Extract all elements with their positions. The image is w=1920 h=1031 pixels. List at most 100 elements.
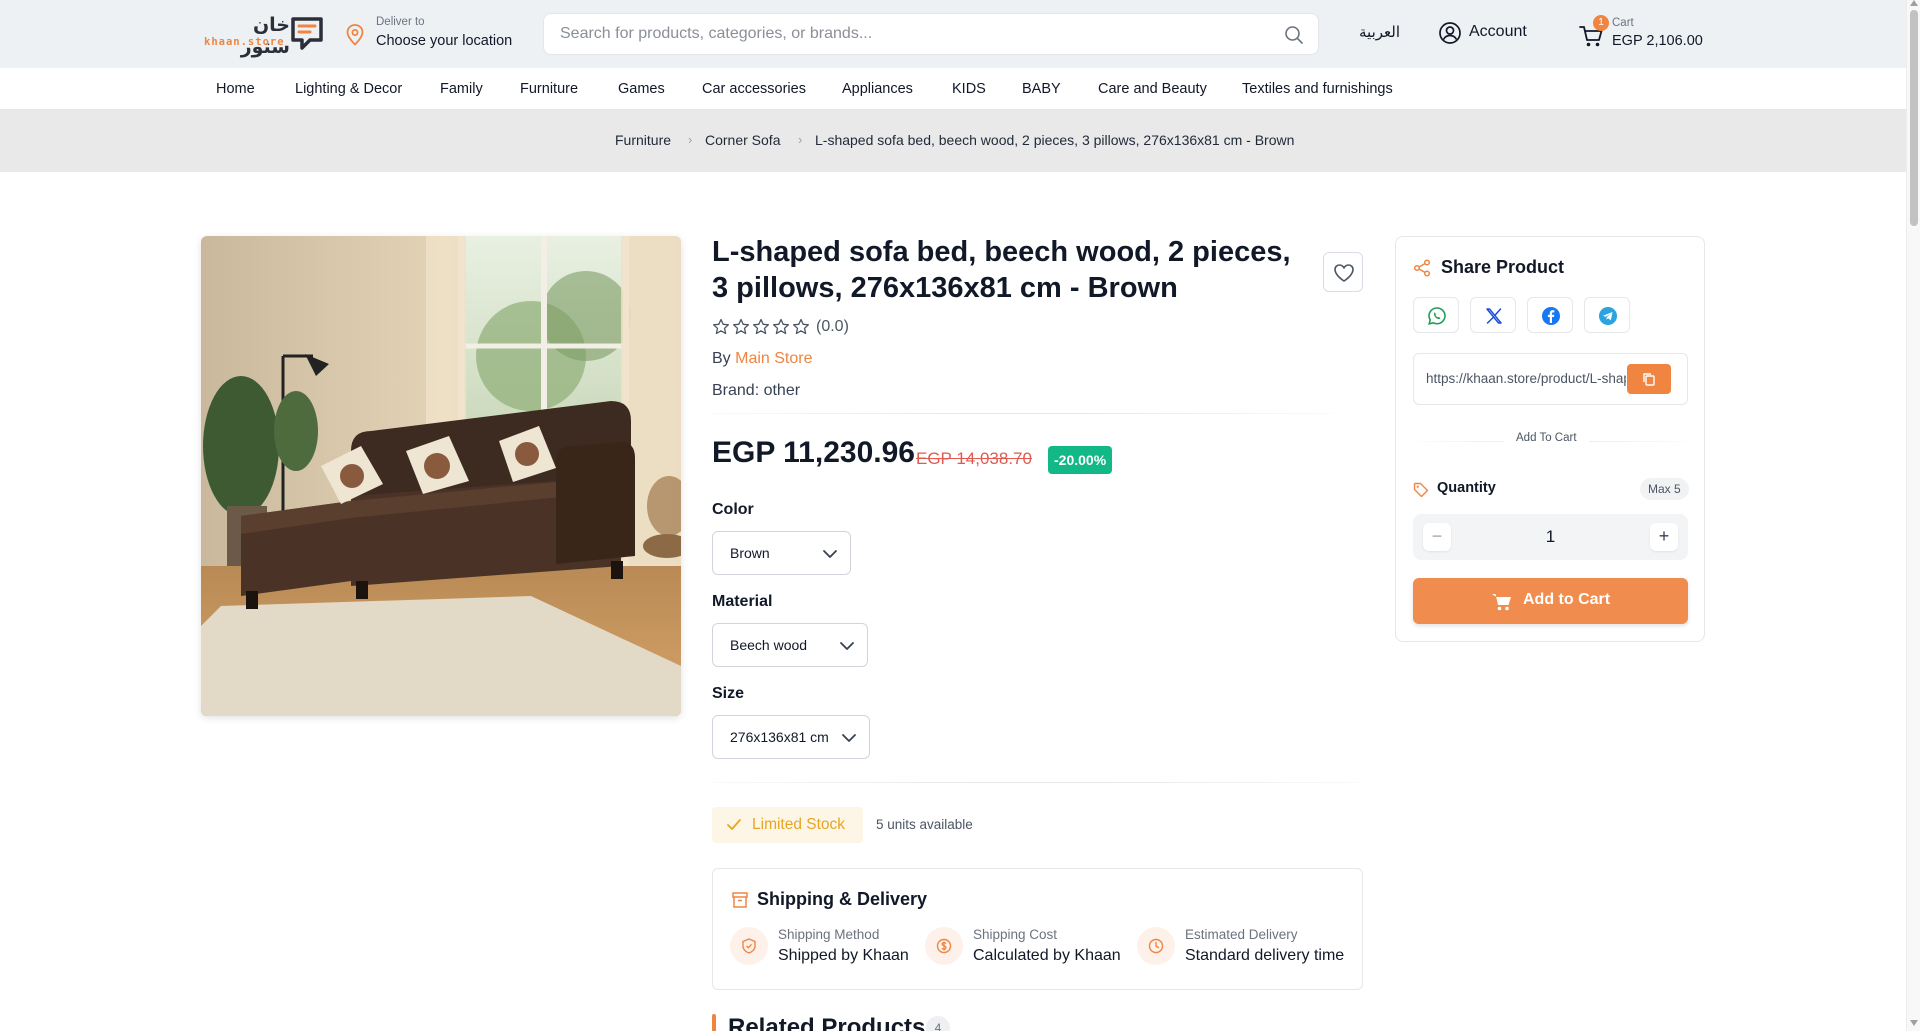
search-input[interactable] xyxy=(560,14,1260,54)
cart-label: Cart xyxy=(1612,17,1634,29)
search-bar xyxy=(543,13,1319,55)
nav-item-furniture[interactable]: Furniture xyxy=(520,81,578,97)
increase-quantity-button[interactable]: + xyxy=(1650,523,1678,551)
cart-count-badge: 1 xyxy=(1593,15,1609,31)
deliver-location-text: Choose your location xyxy=(376,33,513,49)
product-title: L-shaped sofa bed, beech wood, 2 pieces,… xyxy=(712,236,1291,304)
nav-item-car-accessories[interactable]: Car accessories xyxy=(702,81,806,97)
clock-icon xyxy=(1137,927,1175,965)
scroll-down-arrow-icon[interactable] xyxy=(1910,1020,1918,1026)
material-label: Material xyxy=(712,593,773,610)
check-icon xyxy=(727,819,741,830)
shipping-cost-label: Shipping Cost xyxy=(973,927,1058,942)
nav-item-textiles[interactable]: Textiles and furnishings xyxy=(1242,81,1393,97)
quantity-max-badge: Max 5 xyxy=(1640,478,1689,500)
quantity-value[interactable]: 1 xyxy=(1413,527,1688,547)
shipping-cost-value: Calculated by Khaan xyxy=(973,947,1121,964)
sold-by: By Main Store xyxy=(712,350,813,368)
star-outline-icon xyxy=(752,318,770,335)
quantity-stepper: − 1 + xyxy=(1413,514,1688,560)
share-link-box: https://khaan.store/product/L-shaped-sof… xyxy=(1413,353,1688,405)
shipping-method-label: Shipping Method xyxy=(778,927,880,942)
related-products-title: Related Products xyxy=(728,1014,926,1031)
share-cart-panel: Share Product https://khaan.store/produc… xyxy=(1395,236,1705,642)
chevron-down-icon xyxy=(840,642,854,650)
logo-mark-icon xyxy=(291,17,323,50)
nav-item-lighting-decor[interactable]: Lighting & Decor xyxy=(295,81,402,97)
sofa-photo xyxy=(201,236,681,716)
search-icon[interactable] xyxy=(1284,25,1304,45)
share-url[interactable]: https://khaan.store/product/L-shaped-sof… xyxy=(1426,371,1626,386)
breadcrumb-current: L-shaped sofa bed, beech wood, 2 pieces,… xyxy=(815,132,1295,148)
nav-item-kids[interactable]: KIDS xyxy=(952,81,986,97)
product-brand: Brand: other xyxy=(712,382,801,399)
site-header: خان ستور khaan.store Deliver to Choose y… xyxy=(0,0,1906,68)
stock-status-text: Limited Stock xyxy=(752,816,846,833)
breadcrumb: Furniture › Corner Sofa › L-shaped sofa … xyxy=(0,110,1906,172)
shipping-delivery-card: Shipping & Delivery Shipping Method Ship… xyxy=(712,868,1363,990)
facebook-icon xyxy=(1542,307,1560,325)
logo-text: khaan.store xyxy=(204,36,285,48)
site-logo[interactable]: خان ستور khaan.store xyxy=(204,14,323,58)
heart-icon xyxy=(1334,264,1354,282)
share-facebook-button[interactable] xyxy=(1527,297,1573,333)
nav-item-home[interactable]: Home xyxy=(216,81,255,97)
product-image[interactable] xyxy=(201,236,681,716)
size-select-value: 276x136x81 cm xyxy=(730,729,829,745)
user-circle-icon xyxy=(1439,22,1461,44)
related-products-count: 4 xyxy=(926,1016,950,1031)
add-to-cart-button[interactable]: Add to Cart xyxy=(1413,578,1688,624)
add-to-cart-section-label: Add To Cart xyxy=(1504,432,1589,444)
scroll-up-arrow-icon[interactable] xyxy=(1910,0,1918,6)
estimated-delivery-label: Estimated Delivery xyxy=(1185,927,1298,942)
add-to-cart-label: Add to Cart xyxy=(1523,591,1611,608)
color-select[interactable]: Brown xyxy=(712,531,851,575)
stock-status-badge: Limited Stock xyxy=(712,807,863,843)
shipping-title: Shipping & Delivery xyxy=(757,889,928,909)
nav-item-care-beauty[interactable]: Care and Beauty xyxy=(1098,81,1207,97)
category-nav: Home Lighting & Decor Family Furniture G… xyxy=(0,68,1906,110)
material-select[interactable]: Beech wood xyxy=(712,623,868,667)
star-outline-icon xyxy=(792,318,810,335)
location-pin-icon xyxy=(346,24,364,46)
wishlist-button[interactable] xyxy=(1323,252,1363,292)
units-available: 5 units available xyxy=(876,817,973,832)
nav-item-appliances[interactable]: Appliances xyxy=(842,81,913,97)
whatsapp-icon xyxy=(1428,307,1446,325)
share-telegram-button[interactable] xyxy=(1584,297,1630,333)
account-button[interactable]: Account xyxy=(1438,21,1527,50)
divider xyxy=(712,782,1362,783)
language-switch[interactable]: العربية xyxy=(1359,23,1400,41)
deliver-to-label: Deliver to xyxy=(376,16,425,28)
color-select-value: Brown xyxy=(730,545,770,561)
product-old-price: EGP 14,038.70 xyxy=(916,449,1032,468)
nav-item-baby[interactable]: BABY xyxy=(1022,81,1061,97)
store-link[interactable]: Main Store xyxy=(735,350,812,367)
nav-item-games[interactable]: Games xyxy=(618,81,665,97)
accent-bar xyxy=(712,1014,716,1031)
account-label: Account xyxy=(1469,23,1527,40)
share-icon xyxy=(1413,259,1431,277)
page-scrollbar[interactable] xyxy=(1906,0,1920,1031)
chevron-down-icon xyxy=(842,734,856,742)
material-select-value: Beech wood xyxy=(730,637,808,653)
chevron-right-icon: › xyxy=(688,132,693,147)
size-label: Size xyxy=(712,685,745,702)
product-price: EGP 11,230.96 xyxy=(712,436,915,469)
share-x-button[interactable] xyxy=(1470,297,1516,333)
scrollbar-thumb[interactable] xyxy=(1910,10,1918,226)
shield-check-icon xyxy=(730,927,768,965)
size-select[interactable]: 276x136x81 cm xyxy=(712,715,870,759)
breadcrumb-corner-sofa[interactable]: Corner Sofa xyxy=(705,132,780,148)
cart-icon xyxy=(1492,594,1511,611)
copy-link-button[interactable] xyxy=(1627,364,1671,394)
telegram-icon xyxy=(1599,307,1617,325)
breadcrumb-furniture[interactable]: Furniture xyxy=(615,132,671,148)
dollar-circle-icon xyxy=(925,927,963,965)
sold-by-prefix: By xyxy=(712,350,731,367)
tag-icon xyxy=(1413,482,1429,498)
share-whatsapp-button[interactable] xyxy=(1413,297,1459,333)
nav-item-family[interactable]: Family xyxy=(440,81,483,97)
copy-icon xyxy=(1643,373,1655,386)
x-icon xyxy=(1486,308,1502,324)
